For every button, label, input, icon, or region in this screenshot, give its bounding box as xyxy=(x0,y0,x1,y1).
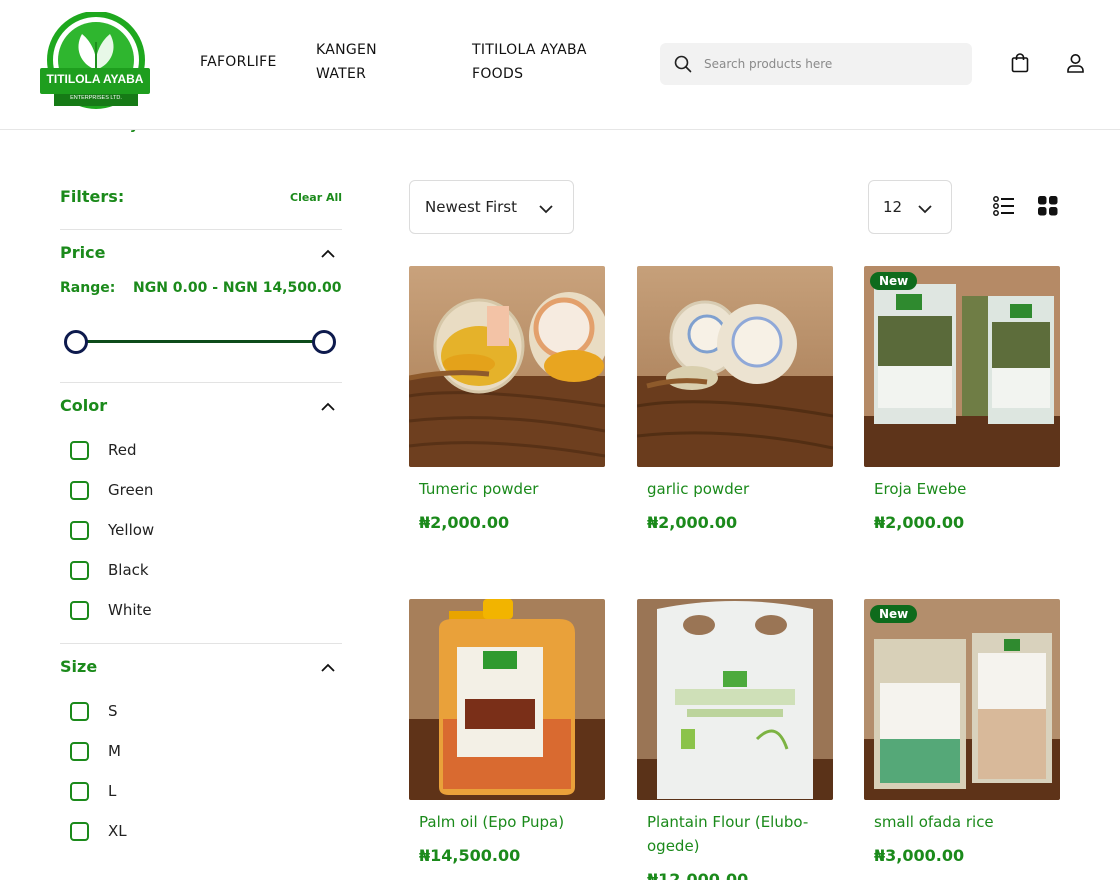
option-label: M xyxy=(108,742,121,760)
user-icon[interactable] xyxy=(1066,53,1085,77)
product-name[interactable]: garlic powder xyxy=(647,477,829,501)
filters-title: Filters: xyxy=(60,187,125,206)
nav-label-line1: KANGEN xyxy=(316,42,377,58)
option-label: Yellow xyxy=(108,521,155,539)
option-label: Black xyxy=(108,561,149,579)
price-slider-max-handle[interactable] xyxy=(312,330,336,354)
size-section-title[interactable]: Size xyxy=(60,657,97,676)
nav-label: FAFORLIFE xyxy=(200,54,277,70)
product-name[interactable]: Tumeric powder xyxy=(419,477,601,501)
option-label: White xyxy=(108,601,152,619)
product-name[interactable]: small ofada rice xyxy=(874,810,1056,834)
price-range-value: NGN 0.00 - NGN 14,500.00 xyxy=(133,280,342,296)
product-image[interactable] xyxy=(864,266,1060,467)
option-label: L xyxy=(108,782,117,800)
new-badge: New xyxy=(870,272,918,290)
option-label: XL xyxy=(108,822,127,840)
search-icon[interactable] xyxy=(674,55,692,77)
checkbox[interactable] xyxy=(70,521,89,540)
sort-dropdown[interactable]: Newest First xyxy=(409,180,574,234)
product-price: ₦2,000.00 xyxy=(419,513,510,532)
checkbox[interactable] xyxy=(70,601,89,620)
product-name[interactable]: Palm oil (Epo Pupa) xyxy=(419,810,601,834)
checkbox[interactable] xyxy=(70,561,89,580)
list-view-icon[interactable] xyxy=(993,196,1015,220)
chevron-down-icon xyxy=(917,201,933,220)
product-price: ₦14,500.00 xyxy=(419,846,521,865)
product-price: ₦3,000.00 xyxy=(874,846,965,865)
checkbox[interactable] xyxy=(70,742,89,761)
divider xyxy=(60,382,342,383)
logo-text: TITILOLA AYABA xyxy=(46,72,144,86)
divider xyxy=(60,643,342,644)
price-section-title[interactable]: Price xyxy=(60,243,105,262)
product-image[interactable] xyxy=(864,599,1060,800)
price-slider-track[interactable] xyxy=(76,340,324,343)
checkbox[interactable] xyxy=(70,441,89,460)
per-page-selected-label: 12 xyxy=(883,198,903,216)
clear-all-button[interactable]: Clear All xyxy=(290,191,342,204)
product-price: ₦12,000.00 xyxy=(647,870,749,880)
product-image[interactable] xyxy=(637,266,833,467)
shopping-bag-icon[interactable] xyxy=(1011,53,1029,77)
site-header: TITILOLA AYABA ENTERPRISES LTD. FAFORLIF… xyxy=(0,0,1120,130)
chevron-up-icon[interactable] xyxy=(320,660,336,680)
product-image[interactable] xyxy=(409,266,605,467)
nav-label-line2: FOODS xyxy=(472,66,524,82)
checkbox[interactable] xyxy=(70,822,89,841)
brand-logo[interactable]: TITILOLA AYABA ENTERPRISES LTD. xyxy=(40,11,152,116)
search-bar xyxy=(660,43,972,85)
new-badge: New xyxy=(870,605,918,623)
price-range-label: Range: xyxy=(60,280,116,296)
product-image[interactable] xyxy=(409,599,605,800)
checkbox[interactable] xyxy=(70,481,89,500)
option-label: Red xyxy=(108,441,137,459)
chevron-up-icon[interactable] xyxy=(320,246,336,266)
search-input[interactable] xyxy=(704,43,960,85)
product-image[interactable] xyxy=(637,599,833,800)
nav-titilola-ayaba-foods[interactable]: TITILOLA AYABA FOODS xyxy=(472,38,587,86)
product-price: ₦2,000.00 xyxy=(874,513,965,532)
product-name[interactable]: Plantain Flour (Elubo-ogede) xyxy=(647,810,829,858)
nav-label-line2: WATER xyxy=(316,66,367,82)
per-page-dropdown[interactable]: 12 xyxy=(868,180,952,234)
grid-view-icon[interactable] xyxy=(1038,196,1058,220)
price-slider-min-handle[interactable] xyxy=(64,330,88,354)
divider xyxy=(60,229,342,230)
nav-label-line1: TITILOLA AYABA xyxy=(472,42,587,58)
nav-kangen-water[interactable]: KANGEN WATER xyxy=(316,38,377,86)
logo-subtext: ENTERPRISES LTD. xyxy=(70,95,122,101)
sort-selected-label: Newest First xyxy=(425,198,517,216)
checkbox[interactable] xyxy=(70,782,89,801)
option-label: S xyxy=(108,702,118,720)
chevron-down-icon xyxy=(538,201,554,220)
chevron-up-icon[interactable] xyxy=(320,399,336,419)
product-price: ₦2,000.00 xyxy=(647,513,738,532)
checkbox[interactable] xyxy=(70,702,89,721)
color-section-title[interactable]: Color xyxy=(60,396,107,415)
product-name[interactable]: Eroja Ewebe xyxy=(874,477,1056,501)
option-label: Green xyxy=(108,481,154,499)
nav-faforlife[interactable]: FAFORLIFE xyxy=(200,50,277,74)
